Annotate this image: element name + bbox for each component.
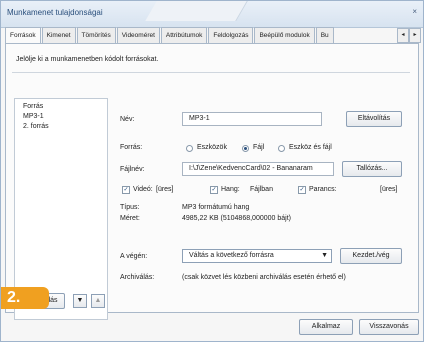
divider [12, 72, 410, 73]
remove-button[interactable]: Eltávolítás [346, 111, 402, 127]
list-item[interactable]: MP3-1 [23, 113, 44, 120]
radio-file-label: Fájl [253, 144, 265, 151]
radio-file[interactable] [242, 145, 249, 152]
list-item[interactable]: Forrás [23, 103, 43, 110]
window-title: Munkamenet tulajdonságai [7, 8, 103, 17]
archive-label: Archiválás: [120, 274, 155, 281]
audio-label: Hang: [221, 186, 240, 193]
tab-processing[interactable]: Feldolgozás [208, 27, 254, 43]
name-label: Név: [120, 116, 135, 123]
tab-scroll-left-icon[interactable]: ◂ [397, 28, 409, 43]
filename-field[interactable]: I:\J\Zene\KedvencCard\02 - Bananaram [182, 162, 334, 176]
video-label: Videó: [133, 186, 153, 193]
size-value: 4985,22 KB (5104868,000000 bájt) [182, 215, 291, 222]
tab-video-size[interactable]: Videoméret [116, 27, 160, 43]
move-down-icon[interactable]: ▼ [73, 294, 87, 308]
tab-strip: Források Kimenet Tömörítés Videoméret At… [5, 27, 335, 44]
tab-attributes[interactable]: Attribútumok [160, 27, 208, 43]
tab-output[interactable]: Kimenet [41, 27, 76, 43]
audio-value: Fájlban [250, 186, 273, 193]
radio-devices[interactable] [186, 145, 193, 152]
radio-devices-label: Eszközök [197, 144, 227, 151]
step-badge: 2. [1, 287, 49, 309]
size-label: Méret: [120, 215, 140, 222]
end-action-value: Váltás a következő forrásra [189, 252, 274, 259]
command-label: Parancs: [309, 186, 337, 193]
video-checkbox[interactable]: ✓ [122, 186, 130, 194]
move-up-icon[interactable]: ▲ [91, 294, 105, 308]
apply-button[interactable]: Alkalmaz [299, 319, 353, 335]
decorative-gap [145, 1, 248, 21]
cancel-button[interactable]: Visszavonás [359, 319, 419, 335]
browse-button[interactable]: Tallózás... [342, 161, 402, 177]
tab-scroll-right-icon[interactable]: ▸ [409, 28, 421, 43]
source-label: Forrás: [120, 144, 143, 151]
sources-panel: Jelölje ki a munkamenetben kódolt forrás… [5, 43, 419, 320]
end-action-select[interactable]: Váltás a következő forrásra ▼ [182, 249, 332, 263]
tab-more[interactable]: Bu [315, 27, 334, 43]
filename-label: Fájlnév: [120, 166, 145, 173]
end-label: A végén: [120, 253, 148, 260]
audio-checkbox[interactable]: ✓ [210, 186, 218, 194]
name-field[interactable]: MP3-1 [182, 112, 322, 126]
session-properties-window: Munkamenet tulajdonságai × Források Kime… [0, 0, 424, 342]
type-value: MP3 formátumú hang [182, 204, 250, 211]
start-stop-button[interactable]: Kezdet./vég [340, 248, 402, 264]
chevron-down-icon[interactable]: ▼ [321, 250, 328, 262]
video-value: [üres] [156, 186, 174, 193]
instruction-text: Jelölje ki a munkamenetben kódolt forrás… [16, 56, 159, 63]
tab-sources[interactable]: Források [5, 27, 41, 44]
tab-compression[interactable]: Tömörítés [76, 27, 116, 43]
tab-plugins[interactable]: Beépülő modulok [254, 27, 315, 43]
command-checkbox[interactable]: ✓ [298, 186, 306, 194]
list-item[interactable]: 2. forrás [23, 123, 49, 130]
archive-value: (csak közvet lés közbeni archiválás eset… [182, 274, 346, 281]
close-icon[interactable]: × [412, 7, 417, 16]
radio-device-and-file[interactable] [278, 145, 285, 152]
type-label: Típus: [120, 204, 140, 211]
command-value: [üres] [380, 186, 398, 193]
radio-device-and-file-label: Eszköz és fájl [289, 144, 332, 151]
